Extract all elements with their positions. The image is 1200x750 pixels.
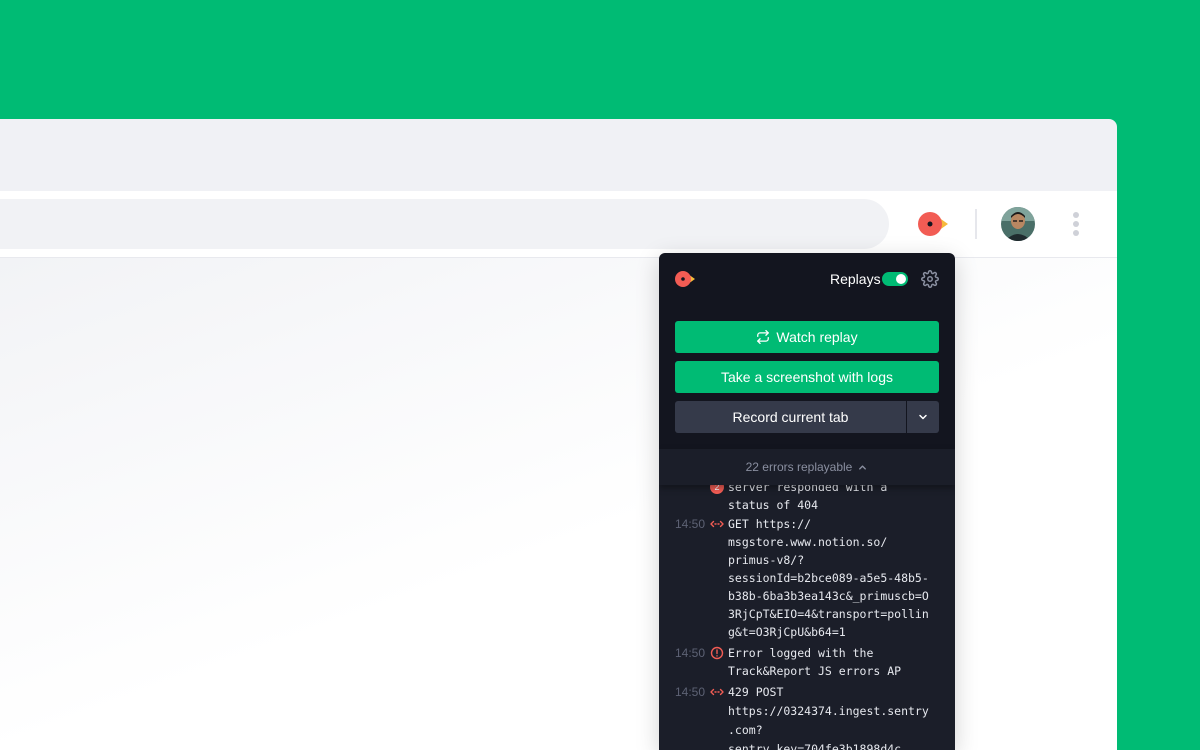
replays-label: Replays xyxy=(830,271,881,287)
log-time: 14:50 xyxy=(675,685,706,699)
extension-popup: Replays Watch replay Take a screenshot w… xyxy=(659,253,955,750)
replay-icon xyxy=(757,330,770,344)
log-text: 429 POST https://0324374.ingest.sentry .… xyxy=(728,685,929,750)
log-list[interactable]: 2 server responded with a status of 404 … xyxy=(659,485,955,750)
logo-icon xyxy=(673,268,697,290)
toggle-knob xyxy=(896,274,906,284)
error-circle-icon xyxy=(710,646,724,660)
gear-icon[interactable] xyxy=(921,270,939,288)
errors-summary-toggle[interactable]: 22 errors replayable xyxy=(659,449,955,485)
log-entry[interactable]: 14:50 429 POST https://0324374.ingest.se… xyxy=(659,683,955,750)
errors-summary-label: 22 errors replayable xyxy=(745,460,853,474)
log-text: Error logged with the Track&Report JS er… xyxy=(728,646,902,678)
log-entry[interactable]: 2 server responded with a status of 404 xyxy=(659,485,955,518)
browser-toolbar xyxy=(0,191,1117,258)
chevron-down-icon xyxy=(919,414,927,420)
screenshot-button[interactable]: Take a screenshot with logs xyxy=(675,361,939,393)
record-tab-button[interactable]: Record current tab xyxy=(675,401,906,433)
log-text: server responded with a status of 404 xyxy=(728,485,888,512)
log-entry[interactable]: 14:50 Error logged with the Track&Report… xyxy=(659,644,955,682)
record-split-button: Record current tab xyxy=(675,401,939,433)
log-text: GET https:// msgstore.www.notion.so/ pri… xyxy=(728,517,929,639)
chevron-up-icon xyxy=(859,464,867,470)
extension-icon[interactable] xyxy=(916,209,950,239)
browser-menu-icon[interactable] xyxy=(1066,209,1086,239)
network-arrows-icon xyxy=(710,688,724,696)
record-options-button[interactable] xyxy=(906,401,939,433)
watch-replay-label: Watch replay xyxy=(776,329,858,345)
popup-header: Replays xyxy=(659,253,955,305)
replays-toggle[interactable] xyxy=(882,272,908,286)
log-entry[interactable]: 14:50 GET https:// msgstore.www.notion.s… xyxy=(659,515,955,643)
avatar[interactable] xyxy=(1001,207,1035,241)
log-time: 14:50 xyxy=(675,646,706,660)
network-arrows-icon xyxy=(710,520,724,528)
count-badge: 2 xyxy=(710,485,724,494)
address-bar[interactable] xyxy=(0,199,889,249)
record-tab-label: Record current tab xyxy=(732,409,849,425)
toolbar-divider xyxy=(975,209,977,239)
watch-replay-button[interactable]: Watch replay xyxy=(675,321,939,353)
log-time: 14:50 xyxy=(675,517,706,531)
screenshot-label: Take a screenshot with logs xyxy=(721,369,893,385)
